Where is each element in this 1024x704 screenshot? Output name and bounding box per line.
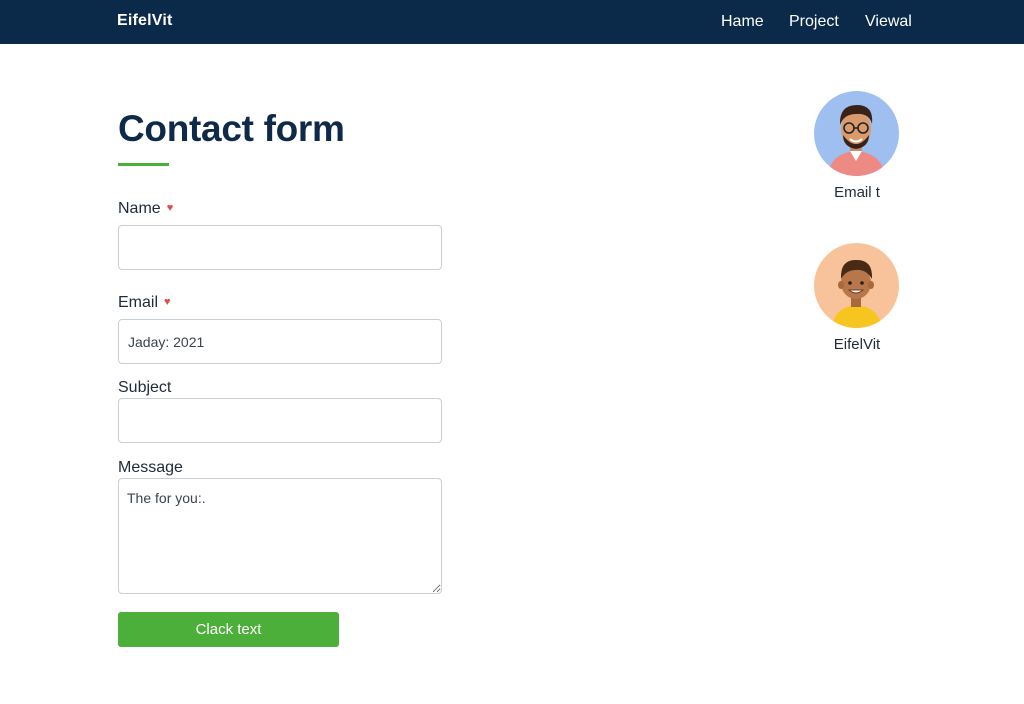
nav-link-project[interactable]: Project xyxy=(789,13,839,31)
subject-field[interactable] xyxy=(118,398,442,443)
message-textarea[interactable]: The for you:. xyxy=(118,478,442,594)
name-label: Name ♥ xyxy=(118,200,173,218)
required-heart-icon: ♥ xyxy=(166,202,174,214)
name-label-text: Name xyxy=(118,200,161,217)
subject-label: Subject xyxy=(118,379,172,396)
top-navbar: EifelVit Hame Project Viewal xyxy=(0,0,1024,44)
nav-link-viewal[interactable]: Viewal xyxy=(865,13,912,31)
title-underline xyxy=(118,163,169,166)
brand-logo[interactable]: EifelVit xyxy=(117,12,173,30)
contact-caption: Email t xyxy=(834,184,880,201)
contact-caption: EifelVit xyxy=(833,336,881,353)
boy-avatar-icon[interactable] xyxy=(814,243,899,328)
name-field[interactable] xyxy=(118,225,442,270)
message-label: Message xyxy=(118,459,183,476)
submit-button[interactable]: Clack text xyxy=(118,612,339,647)
man-with-glasses-avatar-icon[interactable] xyxy=(814,91,899,176)
email-label-text: Email xyxy=(118,294,159,311)
required-heart-icon: ♥ xyxy=(164,296,171,308)
nav-link-home[interactable]: Hame xyxy=(721,13,764,31)
page-title: Contact form xyxy=(118,108,345,149)
email-label: Email ♥ xyxy=(118,294,171,312)
email-field[interactable] xyxy=(118,319,442,364)
